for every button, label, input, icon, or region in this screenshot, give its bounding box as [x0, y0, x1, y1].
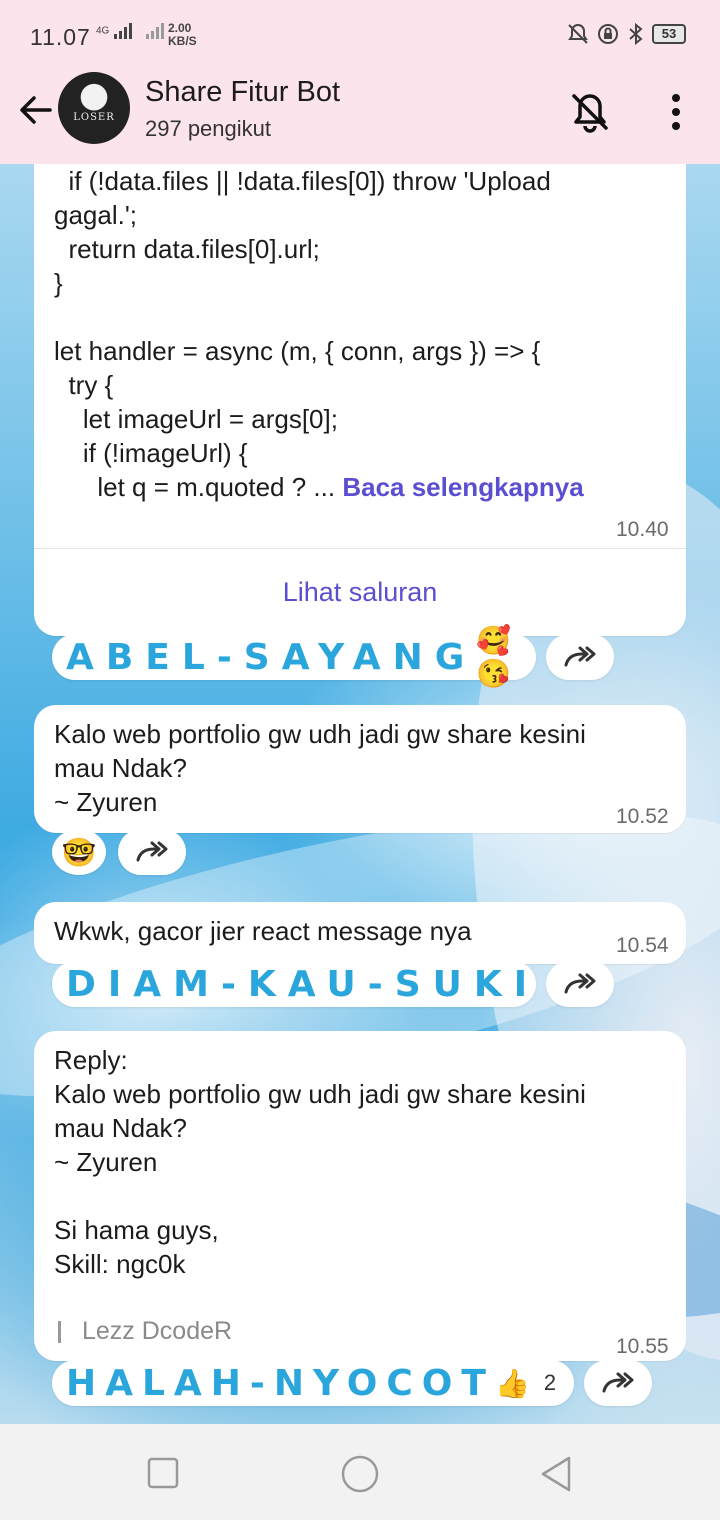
forward-icon	[564, 646, 596, 667]
message-time: 10.40	[616, 518, 669, 541]
channel-header: LOSER Share Fitur Bot 297 pengikut	[0, 68, 720, 164]
reaction-text: HALAH-NYOCOT	[66, 1362, 495, 1404]
message-bubble[interactable]: Wkwk, gacor jier react message nya 10.54	[34, 902, 686, 964]
square-icon[interactable]	[146, 1456, 180, 1490]
message-time: 10.52	[616, 805, 669, 828]
arrow-left-icon[interactable]	[14, 88, 58, 132]
message-text: if (!data.files || !data.files[0]) throw…	[54, 166, 584, 504]
bluetooth-icon	[629, 22, 643, 46]
reaction-pill[interactable]: DIAM-KAU-SUKI	[52, 961, 536, 1007]
message-time: 10.54	[616, 934, 669, 957]
message-text: Kalo web portfolio gw udh jadi gw share …	[54, 719, 586, 817]
status-bar: 11.07 4G 2.00 KB/S 53	[0, 0, 720, 68]
read-more-link[interactable]: Baca selengkapnya	[342, 470, 583, 504]
reaction-text: DIAM-KAU-SUKI	[66, 963, 540, 1005]
forward-icon	[602, 1372, 634, 1393]
forward-button[interactable]	[584, 1360, 652, 1406]
forward-icon	[136, 841, 168, 862]
reaction-count: 2	[543, 1370, 557, 1395]
message-text: Reply: Kalo web portfolio gw udh jadi gw …	[54, 1045, 586, 1279]
status-time: 11.07	[30, 24, 91, 50]
circle-icon[interactable]	[340, 1454, 380, 1494]
reaction-emoji: 🥰😘	[476, 625, 512, 689]
network-speed: 2.00 KB/S	[168, 21, 197, 48]
forward-button[interactable]	[546, 961, 614, 1007]
alarm-off-icon	[568, 23, 588, 44]
avatar-text: LOSER	[73, 112, 115, 123]
view-channel-button[interactable]: Lihat saluran	[34, 550, 686, 634]
avatar[interactable]: LOSER	[58, 72, 130, 144]
forward-button[interactable]	[118, 829, 186, 875]
network-label: 4G	[96, 25, 110, 37]
message-bubble[interactable]: if (!data.files || !data.files[0]) throw…	[34, 164, 686, 636]
message-text: Wkwk, gacor jier react message nya	[54, 916, 472, 946]
channel-title[interactable]: Share Fitur Bot	[145, 76, 340, 109]
more-vert-icon[interactable]	[660, 90, 692, 134]
message-time: 10.55	[616, 1335, 669, 1358]
reaction-pill[interactable]: ABEL-SAYANG 🥰😘	[52, 625, 536, 689]
message-bubble[interactable]: Reply: Kalo web portfolio gw udh jadi gw …	[34, 1031, 686, 1361]
reaction-pill[interactable]: 🤓	[52, 829, 106, 875]
follower-count: 297 pengikut	[145, 116, 271, 141]
nerd-face-icon: 🤓	[61, 836, 97, 868]
message-bubble[interactable]: Kalo web portfolio gw udh jadi gw share …	[34, 705, 686, 833]
author-signature: Lezz DcodeR	[82, 1317, 233, 1345]
reaction-pill[interactable]: HALAH-NYOCOT 👍 2	[52, 1360, 574, 1406]
thumbs-up-icon: 👍	[494, 1367, 530, 1399]
signal-icon: 4G	[96, 22, 172, 40]
lock-rotation-icon	[598, 24, 618, 44]
triangle-icon[interactable]	[538, 1454, 574, 1494]
forward-button[interactable]	[546, 634, 614, 680]
system-nav-bar	[0, 1424, 720, 1520]
reaction-text: ABEL-SAYANG	[66, 636, 477, 678]
forward-icon	[564, 973, 596, 994]
battery-icon: 53	[652, 24, 686, 44]
bell-off-icon[interactable]	[566, 88, 614, 136]
